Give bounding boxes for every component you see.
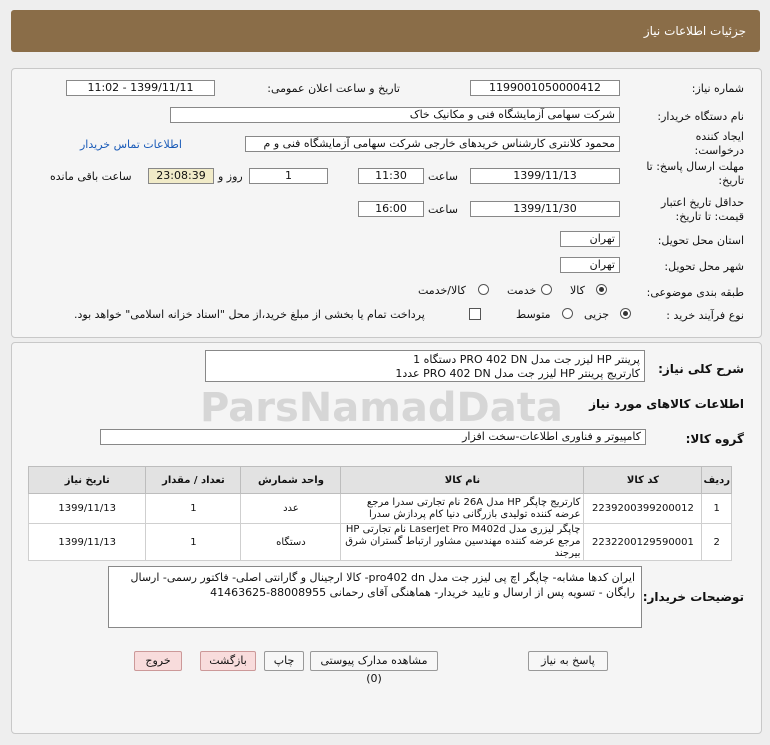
category-service-radio[interactable] [541,284,552,295]
remaining-time-label: ساعت باقی مانده [50,170,132,183]
process-label: نوع فرآیند خرید : [666,309,744,322]
announce-field: 1399/11/11 - 11:02 [66,80,215,96]
goods-group-field: کامپیوتر و فناوری اطلاعات-سخت افزار [100,429,646,445]
process-minor-label: جزیی [584,308,610,321]
category-label: طبقه بندی موضوعی: [646,286,744,299]
buyer-contact-link[interactable]: اطلاعات تماس خریدار [80,138,182,151]
treasury-payment-checkbox[interactable] [469,308,481,320]
row-unit: عدد [240,493,342,524]
reply-button[interactable]: پاسخ به نیاز [528,651,608,671]
validity-date-field: 1399/11/30 [470,201,620,217]
row-idx: 1 [701,493,732,524]
row-code: 2239200399200012 [583,493,703,524]
goods-table: ردیف کد کالا نام کالا واحد شمارش تعداد /… [27,466,732,561]
need-number-field: 1199001050000412 [470,80,620,96]
category-service-label: خدمت [507,284,537,297]
table-row: 2 2232200129590001 چاپگر لیزری مدل Laser… [27,523,732,561]
row-code: 2232200129590001 [583,523,703,561]
row-qty: 1 [145,493,242,524]
print-button[interactable]: چاپ [264,651,304,671]
process-medium-label: متوسط [516,308,551,321]
process-medium-radio[interactable] [562,308,573,319]
row-name: چاپگر لیزری مدل LaserJet Pro M402d نام ت… [340,523,585,561]
view-attachments-button[interactable]: مشاهده مدارک پیوستی (0) [310,651,438,685]
deadline-time-field: 11:30 [358,168,424,184]
days-label: روز و [218,170,243,183]
category-goods-label: کالا [570,284,585,297]
deadline-time-label: ساعت [428,170,458,183]
summary-line-2: کارتریج پرینتر HP لیزر جت مدل PRO 402 DN… [395,367,640,380]
deadline-date-field: 1399/11/13 [470,168,620,184]
remaining-time-field: 23:08:39 [148,168,214,184]
row-date: 1399/11/13 [27,493,147,524]
page-title: جزئیات اطلاعات نیاز [643,24,746,38]
category-goods-service-radio[interactable] [478,284,489,295]
row-idx: 2 [701,523,732,561]
notes-label: توضیحات خریدار: [642,590,744,604]
province-label: استان محل تحویل: [657,234,744,247]
goods-group-label: گروه کالا: [685,432,744,446]
treasury-payment-note: پرداخت تمام یا بخشی از مبلغ خرید،از محل … [74,308,425,321]
col-unit: واحد شمارش [240,466,342,494]
deadline-label: مهلت ارسال پاسخ: تا تاریخ: [646,160,744,187]
days-field: 1 [249,168,328,184]
validity-label: حداقل تاریخ اعتبار قیمت: تا تاریخ: [660,196,744,223]
col-code: کد کالا [583,466,703,494]
validity-time-field: 16:00 [358,201,424,217]
province-field: تهران [560,231,620,247]
page-header: جزئیات اطلاعات نیاز [11,10,760,52]
need-number-label: شماره نیاز: [691,82,744,95]
summary-label: شرح کلی نیاز: [658,362,744,376]
announce-label: تاریخ و ساعت اعلان عمومی: [267,82,400,95]
col-name: نام کالا [340,466,585,494]
goods-table-header: ردیف کد کالا نام کالا واحد شمارش تعداد /… [27,466,732,494]
col-idx: ردیف [701,466,732,494]
row-unit: دستگاه [240,523,342,561]
row-date: 1399/11/13 [27,523,147,561]
row-name: کارتریج چاپگر HP مدل 26A نام تجارتی سدرا… [340,493,585,524]
exit-button[interactable]: خروج [134,651,182,671]
city-field: تهران [560,257,620,273]
summary-box: پرینتر HP لیزر جت مدل PRO 402 DN دستگاه … [205,350,645,382]
watermark-text: ParsNamadData [200,385,563,431]
table-row: 1 2239200399200012 کارتریج چاپگر HP مدل … [27,493,732,524]
row-qty: 1 [145,523,242,561]
validity-time-label: ساعت [428,203,458,216]
city-label: شهر محل تحویل: [664,260,744,273]
category-goods-radio[interactable] [596,284,607,295]
creator-label: ایجاد کننده درخواست: [694,130,744,157]
summary-line-1: پرینتر HP لیزر جت مدل PRO 402 DN دستگاه … [413,353,640,366]
buyer-field: شرکت سهامی آزمایشگاه فنی و مکانیک خاک [170,107,620,123]
process-minor-radio[interactable] [620,308,631,319]
buyer-label: نام دستگاه خریدار: [657,110,744,123]
col-qty: تعداد / مقدار [145,466,242,494]
col-date: تاریخ نیاز [27,466,147,494]
back-button[interactable]: بازگشت [200,651,256,671]
goods-section-title: اطلاعات کالاهای مورد نیاز [589,397,744,411]
creator-field: محمود کلانتری کارشناس خریدهای خارجی شرکت… [245,136,620,152]
notes-box: ایران کدها مشابه- چاپگر اچ پی لیزر جت مد… [108,566,642,628]
category-goods-service-label: کالا/خدمت [418,284,466,297]
